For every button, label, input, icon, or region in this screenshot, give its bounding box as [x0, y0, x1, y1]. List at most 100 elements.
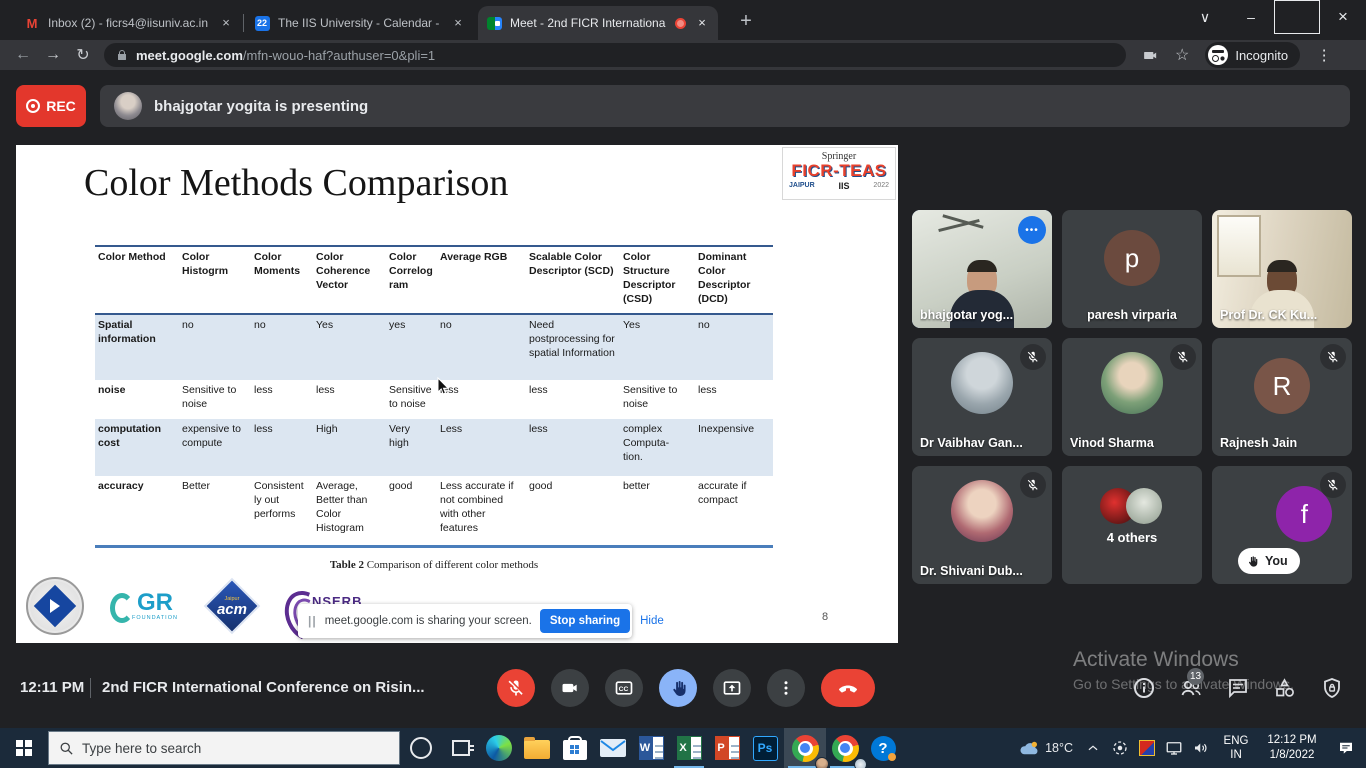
taskbar-chrome-second-icon[interactable] — [826, 728, 864, 768]
participant-tile-vaibhav[interactable]: Dr Vaibhav Gan... — [912, 338, 1052, 456]
participant-tile-bhajgotar[interactable]: ••• bhajgotar yog... — [912, 210, 1052, 328]
tile-options-button[interactable]: ••• — [1018, 216, 1046, 244]
svg-text:CC: CC — [619, 686, 629, 693]
taskbar-store-icon[interactable] — [556, 728, 594, 768]
taskbar-edge-icon[interactable] — [480, 728, 518, 768]
tray-capture-icon[interactable] — [1106, 728, 1133, 768]
participant-tile-rajnesh[interactable]: R Rajnesh Jain — [1212, 338, 1352, 456]
taskbar-explorer-icon[interactable] — [518, 728, 556, 768]
participant-tile-shivani[interactable]: Dr. Shivani Dub... — [912, 466, 1052, 584]
mic-mute-button[interactable] — [497, 669, 535, 707]
language-indicator[interactable]: ENG IN — [1214, 734, 1258, 763]
camera-button[interactable] — [551, 669, 589, 707]
participant-tile-vinod[interactable]: Vinod Sharma — [1062, 338, 1202, 456]
system-date: 1/8/2022 — [1258, 748, 1326, 763]
avatar-photo — [951, 352, 1013, 414]
cell: Yes — [620, 314, 695, 380]
col-header: Color Correlog ram — [386, 246, 437, 314]
taskbar-word-icon[interactable]: W — [632, 728, 670, 768]
search-input[interactable] — [82, 741, 362, 756]
end-call-button[interactable] — [821, 669, 875, 707]
language-region: IN — [1214, 748, 1258, 762]
cell: Yes — [313, 314, 386, 380]
close-window-button[interactable]: × — [1320, 0, 1366, 34]
taskbar-excel-icon[interactable]: X — [670, 728, 708, 768]
taskbar-chrome-active-icon[interactable] — [784, 728, 826, 768]
screen: M Inbox (2) - ficrs4@iisuniv.ac.in - T ×… — [0, 0, 1366, 768]
tab-close-icon[interactable]: × — [450, 15, 466, 31]
cell: good — [386, 476, 437, 546]
tab-meet-active[interactable]: Meet - 2nd FICR Internationa × — [478, 6, 718, 40]
tab-close-icon[interactable]: × — [218, 15, 234, 31]
participant-tile-ck[interactable]: Prof Dr. CK Ku... — [1212, 210, 1352, 328]
browser-menu-icon[interactable]: ⋮ — [1314, 46, 1334, 64]
hand-raise-button[interactable] — [659, 669, 697, 707]
chat-icon[interactable] — [1226, 676, 1250, 700]
participant-name: Dr Vaibhav Gan... — [920, 436, 1044, 450]
cast-camera-icon[interactable] — [1142, 47, 1159, 64]
weather-widget[interactable]: 18°C — [1012, 740, 1079, 756]
cell: no — [251, 314, 313, 380]
maximize-button[interactable] — [1274, 0, 1320, 34]
reload-button[interactable]: ↻ — [68, 45, 98, 65]
chrome-profile-avatar — [815, 757, 829, 768]
tray-app-icon[interactable] — [1133, 728, 1160, 768]
participant-name: Vinod Sharma — [1070, 436, 1194, 450]
tab-close-icon[interactable]: × — [694, 15, 710, 31]
host-controls-icon[interactable] — [1320, 676, 1344, 700]
participants-icon[interactable]: 13 — [1179, 676, 1203, 700]
bookmark-star-icon[interactable]: ☆ — [1175, 45, 1189, 65]
stop-sharing-button[interactable]: Stop sharing — [540, 609, 630, 633]
tab-title: The IIS University - Calendar - We — [278, 16, 442, 30]
tab-calendar[interactable]: 22 The IIS University - Calendar - We × — [246, 6, 474, 40]
participant-tile-you[interactable]: f You — [1212, 466, 1352, 584]
lock-icon — [116, 49, 128, 61]
cell: Sensitive to noise — [386, 380, 437, 419]
mic-off-icon — [1020, 344, 1046, 370]
hide-toast-button[interactable]: Hide — [640, 615, 664, 627]
cortana-button[interactable] — [400, 728, 442, 768]
activities-icon[interactable] — [1273, 676, 1297, 700]
col-header: Color Method — [95, 246, 179, 314]
group-avatars — [1100, 488, 1164, 524]
tab-gmail[interactable]: M Inbox (2) - ficrs4@iisuniv.ac.in - T × — [16, 6, 242, 40]
taskbar-search[interactable] — [48, 731, 400, 765]
taskbar-mail-icon[interactable] — [594, 728, 632, 768]
tray-network-icon[interactable] — [1160, 728, 1187, 768]
windows-taskbar: W X P Ps ? 18°C — [0, 728, 1366, 768]
more-options-button[interactable] — [767, 669, 805, 707]
minimize-button[interactable]: – — [1228, 0, 1274, 34]
participant-tile-others[interactable]: 4 others — [1062, 466, 1202, 584]
forward-button[interactable]: → — [38, 46, 68, 64]
meet-icon — [486, 15, 502, 31]
system-clock[interactable]: 12:12 PM 1/8/2022 — [1258, 733, 1326, 763]
profile-chevron-icon[interactable]: ∨ — [1182, 0, 1228, 34]
taskbar-photoshop-icon[interactable]: Ps — [746, 728, 784, 768]
presenting-text: bhajgotar yogita is presenting — [154, 98, 368, 115]
taskbar-powerpoint-icon[interactable]: P — [708, 728, 746, 768]
tray-volume-icon[interactable] — [1187, 728, 1214, 768]
back-button[interactable]: ← — [8, 46, 38, 64]
action-center-icon[interactable] — [1326, 728, 1366, 768]
start-button[interactable] — [0, 728, 48, 768]
cell: yes — [386, 314, 437, 380]
meeting-details-icon[interactable] — [1132, 676, 1156, 700]
taskbar-help-icon[interactable]: ? — [864, 728, 902, 768]
address-bar[interactable]: meet.google.com/mfn-wouo-haf?authuser=0&… — [104, 43, 1126, 67]
presenting-banner: bhajgotar yogita is presenting — [100, 85, 1350, 127]
call-controls: CC — [497, 669, 875, 707]
participant-tile-paresh[interactable]: p paresh virparia — [1062, 210, 1202, 328]
cloud-icon — [1018, 740, 1040, 756]
table-row: noise Sensitive to noise less less Sensi… — [95, 380, 773, 419]
avatar: p — [1104, 230, 1160, 286]
gr-foundation-logo: GR FOUNDATION — [110, 591, 178, 621]
captions-button[interactable]: CC — [605, 669, 643, 707]
cell: less — [313, 380, 386, 419]
caption-label: Table 2 — [330, 559, 364, 571]
present-screen-button[interactable] — [713, 669, 751, 707]
incognito-label: Incognito — [1235, 48, 1288, 63]
pause-sharing-icon[interactable]: || — [308, 614, 317, 628]
new-tab-button[interactable]: + — [732, 8, 760, 36]
task-view-button[interactable] — [442, 728, 480, 768]
tray-chevron-icon[interactable] — [1079, 728, 1106, 768]
